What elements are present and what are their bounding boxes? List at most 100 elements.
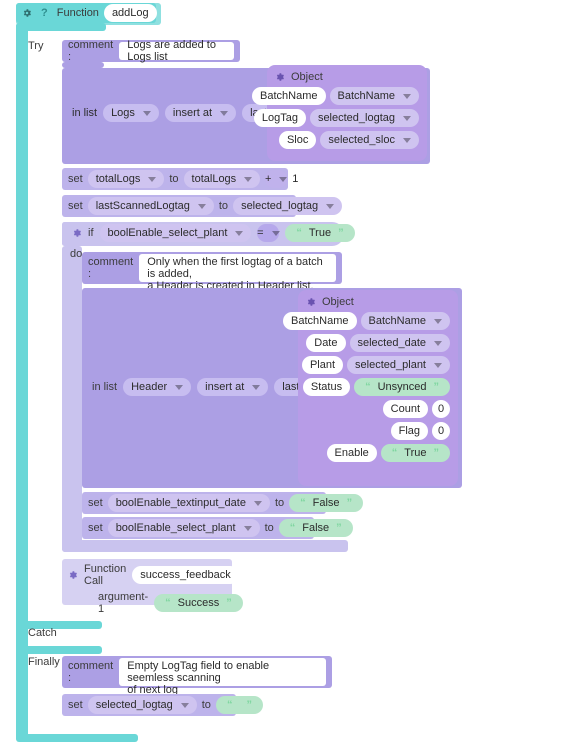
op-field[interactable]: + bbox=[265, 170, 287, 188]
list-field[interactable]: Header bbox=[123, 378, 191, 396]
set-lastScannedLogtag[interactable]: set lastScannedLogtag to selected_logtag bbox=[62, 195, 296, 217]
comment-label: comment : bbox=[88, 256, 133, 280]
chevron-down-icon[interactable] bbox=[244, 526, 252, 531]
set-val[interactable]: “False” bbox=[289, 494, 363, 512]
chevron-down-icon[interactable] bbox=[434, 341, 442, 346]
comment-text[interactable]: Only when the first logtag of a batch is… bbox=[139, 254, 336, 282]
set-selectedlogtag[interactable]: set selected_logtag to “ ” bbox=[62, 694, 236, 716]
obj-val[interactable]: selected_sloc bbox=[320, 131, 419, 149]
chevron-down-icon[interactable] bbox=[148, 177, 156, 182]
chevron-down-icon[interactable] bbox=[434, 319, 442, 324]
obj-val[interactable]: selected_plant bbox=[347, 356, 450, 374]
if-keyword: if bbox=[88, 227, 94, 239]
function-name-field[interactable]: addLog bbox=[104, 4, 157, 22]
set-var[interactable]: boolEnable_textinput_date bbox=[108, 494, 270, 512]
to-label: to bbox=[275, 497, 284, 509]
num-field[interactable]: 1 bbox=[292, 170, 298, 188]
set-label: set bbox=[68, 699, 83, 711]
obj-key[interactable]: Plant bbox=[302, 356, 343, 374]
action-field[interactable]: insert at bbox=[165, 104, 236, 122]
obj-key[interactable]: Flag bbox=[391, 422, 428, 440]
set-label: set bbox=[68, 173, 83, 185]
function-header[interactable]: ? Function addLog bbox=[16, 3, 156, 23]
set-booltextinputdate[interactable]: set boolEnable_textinput_date to “False” bbox=[82, 492, 326, 514]
obj-val[interactable]: selected_date bbox=[350, 334, 451, 352]
set-val[interactable]: “False” bbox=[279, 519, 353, 537]
chevron-down-icon[interactable] bbox=[198, 204, 206, 209]
if-val[interactable]: “True” bbox=[285, 224, 354, 242]
comment-text[interactable]: Empty LogTag field to enable seemless sc… bbox=[119, 658, 326, 686]
obj-val[interactable]: BatchName bbox=[330, 87, 419, 105]
obj-val[interactable]: 0 bbox=[432, 400, 450, 418]
object2-row-5: Flag 0 bbox=[391, 422, 450, 440]
chevron-down-icon[interactable] bbox=[272, 231, 280, 236]
rhs-var[interactable]: totalLogs bbox=[184, 170, 261, 188]
gear-icon[interactable] bbox=[306, 297, 316, 307]
obj-key[interactable]: Enable bbox=[327, 444, 377, 462]
help-icon[interactable]: ? bbox=[41, 7, 48, 19]
gear-icon[interactable] bbox=[72, 228, 82, 238]
chevron-down-icon[interactable] bbox=[326, 204, 334, 209]
to-label: to bbox=[169, 173, 178, 185]
set-boolselectplant[interactable]: set boolEnable_select_plant to “False” bbox=[82, 517, 314, 539]
fcall-name[interactable]: success_feedback bbox=[132, 566, 239, 584]
chevron-down-icon[interactable] bbox=[279, 177, 287, 182]
if-op[interactable]: = bbox=[257, 224, 279, 242]
chevron-down-icon[interactable] bbox=[434, 363, 442, 368]
obj-key[interactable]: BatchName bbox=[283, 312, 356, 330]
set-label: set bbox=[68, 200, 83, 212]
inlist-prefix: in list bbox=[92, 381, 117, 393]
inlist-prefix: in list bbox=[72, 107, 97, 119]
list-field[interactable]: Logs bbox=[103, 104, 159, 122]
action-field[interactable]: insert at bbox=[197, 378, 268, 396]
obj-val[interactable]: selected_logtag bbox=[310, 109, 419, 127]
to-label: to bbox=[202, 699, 211, 711]
obj-key[interactable]: LogTag bbox=[254, 109, 306, 127]
fcall-argval[interactable]: “Success” bbox=[154, 594, 243, 612]
comment-text[interactable]: Logs are added to Logs list bbox=[119, 42, 234, 60]
chevron-down-icon[interactable] bbox=[403, 116, 411, 121]
set-val[interactable]: “ ” bbox=[216, 696, 263, 714]
obj-val[interactable]: “Unsynced” bbox=[354, 378, 450, 396]
set-var[interactable]: selected_logtag bbox=[88, 696, 197, 714]
set-var[interactable]: lastScannedLogtag bbox=[88, 197, 214, 215]
chevron-down-icon[interactable] bbox=[175, 385, 183, 390]
function-keyword: Function bbox=[57, 7, 99, 19]
object-label: Object bbox=[291, 71, 323, 83]
chevron-down-icon[interactable] bbox=[244, 177, 252, 182]
chevron-down-icon[interactable] bbox=[252, 385, 260, 390]
object2-row-1: Date selected_date bbox=[306, 334, 450, 352]
if-var[interactable]: boolEnable_select_plant bbox=[100, 224, 252, 242]
if-row: if boolEnable_select_plant = “True” bbox=[66, 224, 361, 242]
chevron-down-icon[interactable] bbox=[235, 231, 243, 236]
gear-icon[interactable] bbox=[68, 570, 78, 580]
obj-val[interactable]: BatchName bbox=[361, 312, 450, 330]
set-var[interactable]: boolEnable_select_plant bbox=[108, 519, 260, 537]
set-var[interactable]: totalLogs bbox=[88, 170, 165, 188]
rhs-var[interactable]: selected_logtag bbox=[233, 197, 342, 215]
chevron-down-icon[interactable] bbox=[254, 501, 262, 506]
object-block-2[interactable]: Object BatchName BatchName Date selected… bbox=[298, 290, 458, 486]
gear-icon[interactable] bbox=[22, 8, 32, 18]
obj-key[interactable]: Sloc bbox=[279, 131, 316, 149]
gear-icon[interactable] bbox=[275, 72, 285, 82]
function-call-block[interactable]: Function Call success_feedback argument-… bbox=[62, 559, 232, 605]
obj-key[interactable]: Date bbox=[306, 334, 345, 352]
obj-val[interactable]: “True” bbox=[381, 444, 450, 462]
try-label: Try bbox=[22, 36, 62, 56]
chevron-down-icon[interactable] bbox=[403, 94, 411, 99]
set-label: set bbox=[88, 497, 103, 509]
comment-block-2: comment : Only when the first logtag of … bbox=[82, 252, 342, 284]
object-label: Object bbox=[322, 296, 354, 308]
obj-key[interactable]: Count bbox=[383, 400, 428, 418]
obj-key[interactable]: Status bbox=[303, 378, 350, 396]
object1-row-2: Sloc selected_sloc bbox=[279, 131, 419, 149]
chevron-down-icon[interactable] bbox=[181, 703, 189, 708]
object-block-1[interactable]: Object BatchName BatchName LogTag select… bbox=[267, 65, 427, 161]
chevron-down-icon[interactable] bbox=[143, 111, 151, 116]
obj-val[interactable]: 0 bbox=[432, 422, 450, 440]
chevron-down-icon[interactable] bbox=[403, 138, 411, 143]
obj-key[interactable]: BatchName bbox=[252, 87, 325, 105]
set-totalLogs[interactable]: set totalLogs to totalLogs + 1 bbox=[62, 168, 288, 190]
chevron-down-icon[interactable] bbox=[220, 111, 228, 116]
